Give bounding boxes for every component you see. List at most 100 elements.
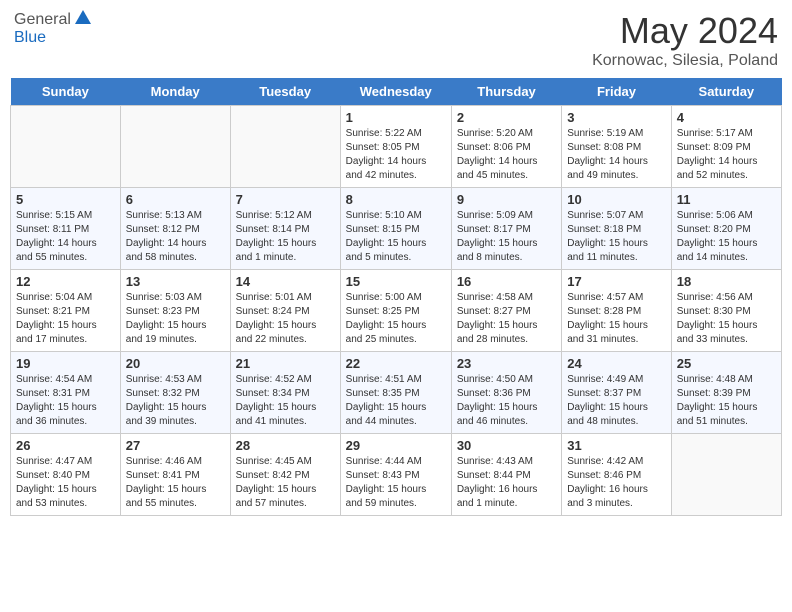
calendar-cell: 16Sunrise: 4:58 AMSunset: 8:27 PMDayligh…	[451, 270, 561, 352]
calendar-cell: 30 Sunrise: 4:43 AMSunset: 8:44 PMDayligh…	[451, 434, 561, 516]
day-info: Sunrise: 4:48 AMSunset: 8:39 PMDaylight:…	[677, 373, 776, 429]
calendar-cell: 13 Sunrise: 5:03 AMSunset: 8:23 PMDayligh…	[120, 270, 230, 352]
day-info: Sunrise: 5:19 AMSunset: 8:08 PMDaylight:…	[567, 127, 665, 183]
calendar-week-row: 12 Sunrise: 5:04 AMSunset: 8:21 PMDayligh…	[11, 270, 782, 352]
day-number: 22	[346, 356, 446, 371]
day-number: 27	[126, 438, 225, 453]
day-info: Sunrise: 4:50 AMSunset: 8:36 PMDaylight:…	[457, 373, 556, 429]
month-title: May 2024	[592, 10, 778, 52]
calendar-cell: 8Sunrise: 5:10 AMSunset: 8:15 PMDaylight…	[340, 188, 451, 270]
day-info: Sunrise: 5:13 AMSunset: 8:12 PMDaylight:…	[126, 209, 225, 265]
day-info: Sunrise: 4:43 AMSunset: 8:44 PMDaylight:…	[457, 455, 556, 511]
calendar-cell: 23 Sunrise: 4:50 AMSunset: 8:36 PMDayligh…	[451, 352, 561, 434]
location-text: Kornowac, Silesia, Poland	[592, 52, 778, 70]
day-number: 14	[236, 274, 335, 289]
day-number: 25	[677, 356, 776, 371]
weekday-header-saturday: Saturday	[671, 78, 781, 106]
day-number: 9	[457, 192, 556, 207]
calendar-cell: 22Sunrise: 4:51 AMSunset: 8:35 PMDayligh…	[340, 352, 451, 434]
calendar-cell: 3 Sunrise: 5:19 AMSunset: 8:08 PMDaylight…	[562, 106, 671, 188]
day-number: 17	[567, 274, 665, 289]
day-number: 3	[567, 110, 665, 125]
calendar-table: SundayMondayTuesdayWednesdayThursdayFrid…	[10, 78, 782, 516]
day-number: 31	[567, 438, 665, 453]
calendar-cell: 19Sunrise: 4:54 AMSunset: 8:31 PMDayligh…	[11, 352, 121, 434]
calendar-cell: 21Sunrise: 4:52 AMSunset: 8:34 PMDayligh…	[230, 352, 340, 434]
day-info: Sunrise: 5:22 AMSunset: 8:05 PMDaylight:…	[346, 127, 446, 183]
day-info: Sunrise: 4:52 AMSunset: 8:34 PMDaylight:…	[236, 373, 335, 429]
day-info: Sunrise: 4:47 AMSunset: 8:40 PMDaylight:…	[16, 455, 115, 511]
calendar-cell: 20Sunrise: 4:53 AMSunset: 8:32 PMDayligh…	[120, 352, 230, 434]
day-info: Sunrise: 5:20 AMSunset: 8:06 PMDaylight:…	[457, 127, 556, 183]
day-number: 18	[677, 274, 776, 289]
calendar-week-row: 1 Sunrise: 5:22 AMSunset: 8:05 PMDaylight…	[11, 106, 782, 188]
calendar-cell	[120, 106, 230, 188]
day-number: 5	[16, 192, 115, 207]
day-info: Sunrise: 5:07 AMSunset: 8:18 PMDaylight:…	[567, 209, 665, 265]
weekday-header-thursday: Thursday	[451, 78, 561, 106]
calendar-cell: 12 Sunrise: 5:04 AMSunset: 8:21 PMDayligh…	[11, 270, 121, 352]
day-number: 15	[346, 274, 446, 289]
weekday-header-monday: Monday	[120, 78, 230, 106]
day-info: Sunrise: 5:01 AMSunset: 8:24 PMDaylight:…	[236, 291, 335, 347]
day-info: Sunrise: 5:04 AMSunset: 8:21 PMDaylight:…	[16, 291, 115, 347]
weekday-header-row: SundayMondayTuesdayWednesdayThursdayFrid…	[11, 78, 782, 106]
day-info: Sunrise: 5:03 AMSunset: 8:23 PMDaylight:…	[126, 291, 225, 347]
day-number: 10	[567, 192, 665, 207]
calendar-cell: 31 Sunrise: 4:42 AMSunset: 8:46 PMDayligh…	[562, 434, 671, 516]
weekday-header-wednesday: Wednesday	[340, 78, 451, 106]
day-number: 19	[16, 356, 115, 371]
calendar-cell: 2 Sunrise: 5:20 AMSunset: 8:06 PMDaylight…	[451, 106, 561, 188]
calendar-cell: 6 Sunrise: 5:13 AMSunset: 8:12 PMDaylight…	[120, 188, 230, 270]
day-number: 28	[236, 438, 335, 453]
day-number: 6	[126, 192, 225, 207]
calendar-week-row: 26 Sunrise: 4:47 AMSunset: 8:40 PMDayligh…	[11, 434, 782, 516]
title-area: May 2024 Kornowac, Silesia, Poland	[592, 10, 778, 70]
day-info: Sunrise: 5:15 AMSunset: 8:11 PMDaylight:…	[16, 209, 115, 265]
day-info: Sunrise: 5:12 AMSunset: 8:14 PMDaylight:…	[236, 209, 335, 265]
day-info: Sunrise: 4:45 AMSunset: 8:42 PMDaylight:…	[236, 455, 335, 511]
calendar-cell: 4 Sunrise: 5:17 AMSunset: 8:09 PMDaylight…	[671, 106, 781, 188]
day-number: 2	[457, 110, 556, 125]
day-info: Sunrise: 4:42 AMSunset: 8:46 PMDaylight:…	[567, 455, 665, 511]
day-info: Sunrise: 5:00 AMSunset: 8:25 PMDaylight:…	[346, 291, 446, 347]
calendar-cell: 29 Sunrise: 4:44 AMSunset: 8:43 PMDayligh…	[340, 434, 451, 516]
calendar-cell: 15 Sunrise: 5:00 AMSunset: 8:25 PMDayligh…	[340, 270, 451, 352]
day-number: 7	[236, 192, 335, 207]
weekday-header-tuesday: Tuesday	[230, 78, 340, 106]
day-info: Sunrise: 4:53 AMSunset: 8:32 PMDaylight:…	[126, 373, 225, 429]
day-info: Sunrise: 4:56 AMSunset: 8:30 PMDaylight:…	[677, 291, 776, 347]
day-info: Sunrise: 4:57 AMSunset: 8:28 PMDaylight:…	[567, 291, 665, 347]
logo-triangle-icon	[75, 10, 91, 24]
day-info: Sunrise: 5:09 AMSunset: 8:17 PMDaylight:…	[457, 209, 556, 265]
day-number: 23	[457, 356, 556, 371]
day-number: 12	[16, 274, 115, 289]
calendar-cell: 28 Sunrise: 4:45 AMSunset: 8:42 PMDayligh…	[230, 434, 340, 516]
logo: General Blue	[14, 10, 91, 47]
calendar-cell: 11 Sunrise: 5:06 AMSunset: 8:20 PMDayligh…	[671, 188, 781, 270]
calendar-cell: 10 Sunrise: 5:07 AMSunset: 8:18 PMDayligh…	[562, 188, 671, 270]
day-number: 1	[346, 110, 446, 125]
day-info: Sunrise: 5:17 AMSunset: 8:09 PMDaylight:…	[677, 127, 776, 183]
calendar-cell: 14 Sunrise: 5:01 AMSunset: 8:24 PMDayligh…	[230, 270, 340, 352]
day-info: Sunrise: 4:44 AMSunset: 8:43 PMDaylight:…	[346, 455, 446, 511]
day-number: 13	[126, 274, 225, 289]
day-number: 11	[677, 192, 776, 207]
day-number: 4	[677, 110, 776, 125]
calendar-cell: 18 Sunrise: 4:56 AMSunset: 8:30 PMDayligh…	[671, 270, 781, 352]
calendar-cell: 5 Sunrise: 5:15 AMSunset: 8:11 PMDaylight…	[11, 188, 121, 270]
calendar-cell: 24Sunrise: 4:49 AMSunset: 8:37 PMDayligh…	[562, 352, 671, 434]
day-number: 26	[16, 438, 115, 453]
day-number: 29	[346, 438, 446, 453]
calendar-cell: 17 Sunrise: 4:57 AMSunset: 8:28 PMDayligh…	[562, 270, 671, 352]
day-number: 30	[457, 438, 556, 453]
day-info: Sunrise: 4:58 AMSunset: 8:27 PMDaylight:…	[457, 291, 556, 347]
page-header: General Blue May 2024 Kornowac, Silesia,…	[10, 10, 782, 70]
calendar-cell: 26 Sunrise: 4:47 AMSunset: 8:40 PMDayligh…	[11, 434, 121, 516]
calendar-cell	[671, 434, 781, 516]
day-number: 8	[346, 192, 446, 207]
calendar-cell: 27Sunrise: 4:46 AMSunset: 8:41 PMDayligh…	[120, 434, 230, 516]
calendar-cell: 9 Sunrise: 5:09 AMSunset: 8:17 PMDaylight…	[451, 188, 561, 270]
calendar-week-row: 19Sunrise: 4:54 AMSunset: 8:31 PMDayligh…	[11, 352, 782, 434]
day-info: Sunrise: 5:06 AMSunset: 8:20 PMDaylight:…	[677, 209, 776, 265]
